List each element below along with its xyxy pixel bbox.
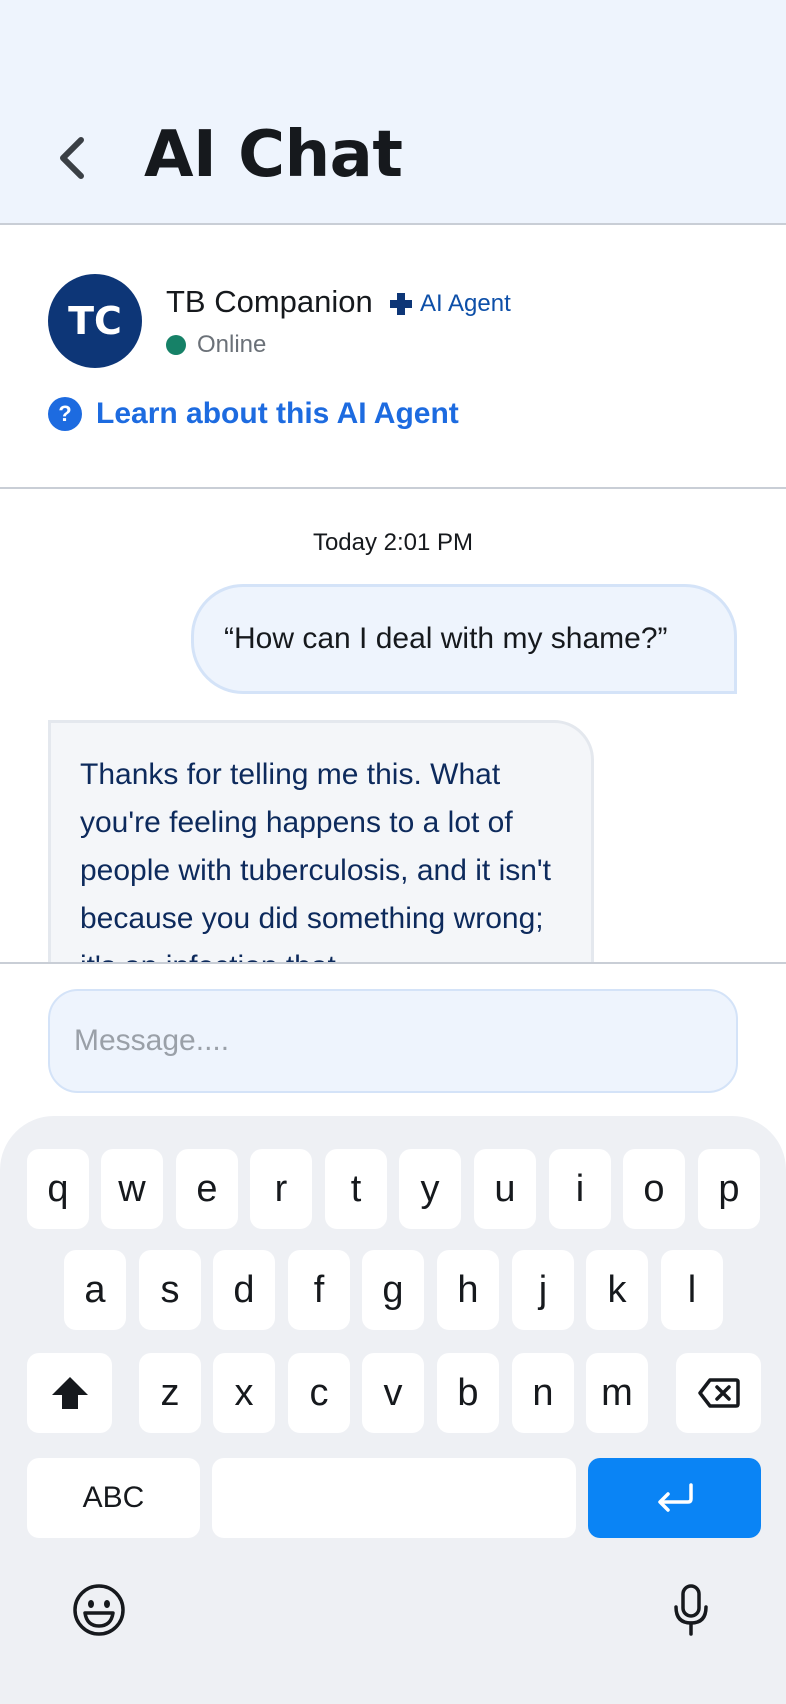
key-i[interactable]: i xyxy=(549,1149,611,1229)
emoji-button[interactable] xyxy=(69,1580,129,1640)
key-b[interactable]: b xyxy=(437,1353,499,1433)
key-o[interactable]: o xyxy=(623,1149,685,1229)
key-d[interactable]: d xyxy=(213,1250,275,1330)
shift-arrow-icon xyxy=(51,1377,88,1409)
ai-agent-badge: AI Agent xyxy=(390,290,511,318)
message-timestamp: Today 2:01 PM xyxy=(312,529,474,556)
back-button[interactable] xyxy=(44,128,100,188)
key-x[interactable]: x xyxy=(213,1353,275,1433)
key-c[interactable]: c xyxy=(288,1353,350,1433)
key-t[interactable]: t xyxy=(325,1149,387,1229)
chevron-left-icon xyxy=(60,137,84,179)
learn-about-agent-link[interactable]: ? Learn about this AI Agent xyxy=(48,397,459,431)
question-circle-icon: ? xyxy=(48,397,82,431)
key-h[interactable]: h xyxy=(437,1250,499,1330)
message-input[interactable] xyxy=(48,989,738,1093)
key-u[interactable]: u xyxy=(474,1149,536,1229)
backspace-key[interactable] xyxy=(676,1353,761,1433)
agent-info-card: TC TB Companion AI Agent Online ? Learn … xyxy=(0,227,786,489)
key-a[interactable]: a xyxy=(64,1250,126,1330)
on-screen-keyboard: q w e r t y u i o p a s d f g h j k l z … xyxy=(0,1116,786,1704)
online-status-label: Online xyxy=(197,331,267,358)
enter-key[interactable] xyxy=(588,1458,761,1538)
key-s[interactable]: s xyxy=(139,1250,201,1330)
online-dot-icon xyxy=(166,335,186,355)
key-j[interactable]: j xyxy=(512,1250,574,1330)
backspace-icon xyxy=(697,1378,740,1408)
space-key[interactable] xyxy=(212,1458,576,1538)
online-status: Online xyxy=(166,331,266,359)
message-composer xyxy=(0,962,786,1117)
avatar: TC xyxy=(48,274,142,368)
key-y[interactable]: y xyxy=(399,1149,461,1229)
agent-message-text: Thanks for telling me this. What you're … xyxy=(80,758,551,962)
chat-screen: AI Chat TC TB Companion AI Agent Online … xyxy=(0,0,786,1704)
key-e[interactable]: e xyxy=(176,1149,238,1229)
user-message-text: “How can I deal with my shame?” xyxy=(224,622,668,655)
page-title: AI Chat xyxy=(144,118,403,192)
key-k[interactable]: k xyxy=(586,1250,648,1330)
key-g[interactable]: g xyxy=(362,1250,424,1330)
agent-message-bubble: Thanks for telling me this. What you're … xyxy=(48,720,594,962)
plus-cross-icon xyxy=(390,293,412,315)
key-v[interactable]: v xyxy=(362,1353,424,1433)
enter-return-icon xyxy=(657,1483,693,1512)
abc-mode-key[interactable]: ABC xyxy=(27,1458,200,1538)
message-list[interactable]: Today 2:01 PM “How can I deal with my sh… xyxy=(0,491,786,962)
microphone-icon xyxy=(674,1584,708,1636)
emoji-smile-icon xyxy=(73,1584,125,1636)
key-f[interactable]: f xyxy=(288,1250,350,1330)
key-l[interactable]: l xyxy=(661,1250,723,1330)
key-p[interactable]: p xyxy=(698,1149,760,1229)
key-z[interactable]: z xyxy=(139,1353,201,1433)
agent-name: TB Companion xyxy=(166,284,373,319)
learn-about-agent-label: Learn about this AI Agent xyxy=(96,397,459,430)
key-w[interactable]: w xyxy=(101,1149,163,1229)
key-n[interactable]: n xyxy=(512,1353,574,1433)
microphone-button[interactable] xyxy=(661,1580,721,1640)
key-m[interactable]: m xyxy=(586,1353,648,1433)
key-r[interactable]: r xyxy=(250,1149,312,1229)
app-header: AI Chat xyxy=(0,0,786,225)
key-q[interactable]: q xyxy=(27,1149,89,1229)
ai-agent-badge-label: AI Agent xyxy=(420,290,511,317)
user-message-bubble: “How can I deal with my shame?” xyxy=(191,584,737,694)
shift-key[interactable] xyxy=(27,1353,112,1433)
